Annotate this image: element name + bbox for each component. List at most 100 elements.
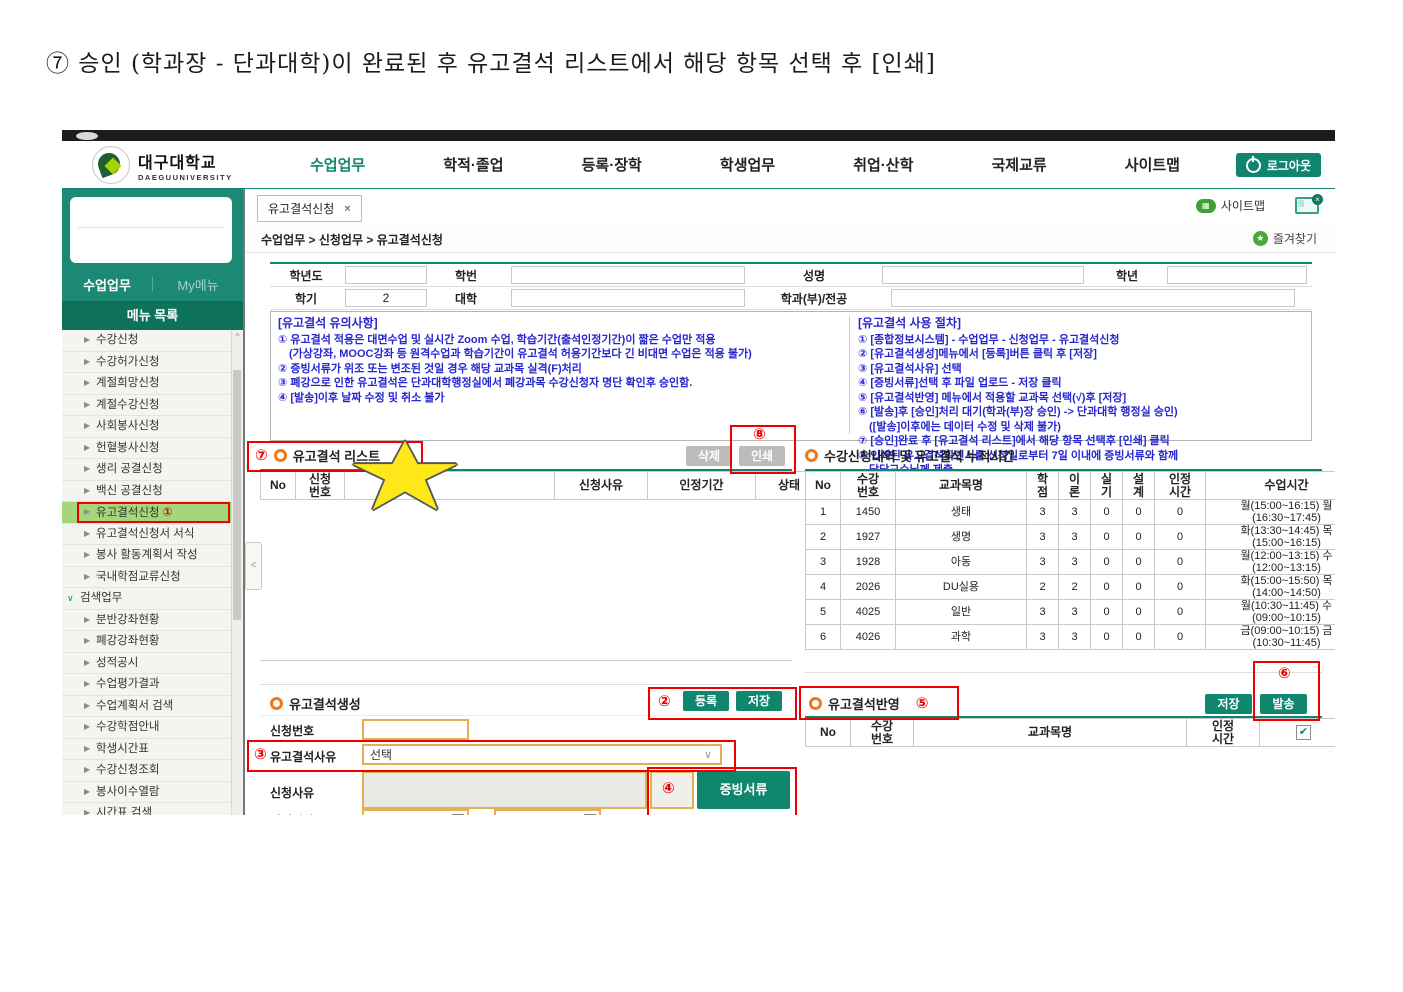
- sidebar-item-1[interactable]: ▶수강허가신청: [62, 352, 232, 374]
- cell-r2c4: 3: [1059, 550, 1091, 575]
- evidence-button[interactable]: 증빙서류: [697, 771, 790, 809]
- nav-student[interactable]: 학생업무: [720, 154, 775, 175]
- sidebar-collapse-handle[interactable]: <: [245, 542, 262, 590]
- studentid-input[interactable]: [511, 266, 745, 284]
- sidebar-item-15[interactable]: ▶성적공시: [62, 653, 232, 675]
- table-row[interactable]: 42026DU실용22000화(15:00~15:50) 목(14:00~14:…: [806, 575, 1336, 600]
- sidebar-item-12[interactable]: ∨검색업무: [62, 588, 232, 610]
- sidebar-item-13[interactable]: ▶분반강좌현황: [62, 610, 232, 632]
- sidebar-item-8[interactable]: ▶유고결석신청①: [62, 502, 232, 524]
- table-row[interactable]: 54025일반33000월(10:30~11:45) 수(09:00~10:15…: [806, 600, 1336, 625]
- reason-select[interactable]: 선택 ∨: [362, 744, 722, 765]
- cell-r3c4: 2: [1059, 575, 1091, 600]
- sidebar-scrollbar[interactable]: ^: [231, 330, 243, 815]
- sidebar-item-4[interactable]: ▶사회봉사신청: [62, 416, 232, 438]
- tab-close-icon[interactable]: ×: [344, 203, 350, 215]
- sidebar-item-14[interactable]: ▶폐강강좌현황: [62, 631, 232, 653]
- cell-r0c8: 월(15:00~16:15) 월(16:30~17:45): [1206, 500, 1336, 525]
- sidebar-item-6[interactable]: ▶생리 공결신청: [62, 459, 232, 481]
- profile-box: [70, 197, 232, 263]
- print-button[interactable]: 인쇄: [739, 446, 785, 466]
- sidebar-item-7[interactable]: ▶백신 공결신청: [62, 481, 232, 503]
- logout-button[interactable]: 로그아웃: [1236, 153, 1321, 177]
- annotation-7: ⑦: [255, 448, 268, 463]
- annotation-1: ①: [162, 505, 172, 519]
- name-input[interactable]: [882, 266, 1085, 284]
- sidebar-item-5[interactable]: ▶헌혈봉사신청: [62, 438, 232, 460]
- menu-arrow-icon: ▶: [84, 524, 90, 545]
- sidebar-item-21[interactable]: ▶봉사이수열람: [62, 782, 232, 804]
- cell-r4c0: 5: [806, 600, 841, 625]
- nav-registration[interactable]: 등록·장학: [582, 154, 642, 175]
- nav-records[interactable]: 학적·졸업: [443, 154, 503, 175]
- year-input[interactable]: [345, 266, 428, 284]
- sidebar-item-22[interactable]: ▶시간표 검색: [62, 803, 232, 815]
- nav-sitemap[interactable]: 사이트맵: [1125, 154, 1180, 175]
- cell-r1c1: 1927: [841, 525, 896, 550]
- scroll-up-icon[interactable]: ^: [232, 332, 243, 341]
- column-header-3: 학 점: [1027, 472, 1059, 500]
- tab-absence-apply[interactable]: 유고결석신청 ×: [257, 195, 362, 222]
- table-row[interactable]: 64026과학33000금(09:00~10:15) 금(10:30~11:45…: [806, 625, 1336, 650]
- sidebar-item-16[interactable]: ▶수업평가결과: [62, 674, 232, 696]
- cell-r4c5: 0: [1091, 600, 1123, 625]
- reason-select-label: 유고결석사유: [270, 748, 336, 765]
- request-no-input[interactable]: [362, 719, 469, 740]
- sidebar-item-0[interactable]: ▶수강신청: [62, 330, 232, 352]
- column-header-0: No: [806, 472, 841, 500]
- period-start-input[interactable]: [362, 809, 469, 815]
- menu-arrow-icon: ▶: [84, 760, 90, 781]
- sidebar-item-10[interactable]: ▶봉사 활동계획서 작성: [62, 545, 232, 567]
- column-header-check: ✔: [1260, 719, 1336, 747]
- table-row[interactable]: 21927생명33000화(13:30~14:45) 목(15:00~16:15…: [806, 525, 1336, 550]
- register-button[interactable]: 등록: [683, 691, 729, 711]
- notice-precautions-line-0: ① 유고결석 적용은 대면수업 및 실시간 Zoom 수업, 학습기간(출석인정…: [278, 333, 838, 348]
- annotation-2: ②: [658, 694, 671, 709]
- sidebar-item-20[interactable]: ▶수강신청조회: [62, 760, 232, 782]
- menu-arrow-icon: ▶: [84, 717, 90, 738]
- close-window-icon[interactable]: ×: [1295, 197, 1319, 214]
- nav-career[interactable]: 취업·산학: [853, 154, 913, 175]
- notice-procedure-line-3: ④ [증빙서류]선택 후 파일 업로드 - 저장 클릭: [858, 376, 1310, 391]
- table-row[interactable]: 11450생태33000월(15:00~16:15) 월(16:30~17:45…: [806, 500, 1336, 525]
- checkbox-checked-icon[interactable]: ✔: [1296, 725, 1311, 740]
- sidebar-tab-classwork[interactable]: 수업업무: [62, 275, 152, 294]
- sidebar-item-3[interactable]: ▶계절수강신청: [62, 395, 232, 417]
- nav-classwork[interactable]: 수업업무: [310, 154, 365, 175]
- table-row[interactable]: 31928아동33000월(12:00~13:15) 수(12:00~13:15…: [806, 550, 1336, 575]
- apply-reason-textarea[interactable]: [362, 771, 647, 809]
- nav-international[interactable]: 국제교류: [991, 154, 1046, 175]
- sitemap-link[interactable]: ▦ 사이트맵: [1196, 197, 1265, 214]
- request-no-label: 신청번호: [270, 722, 314, 739]
- calendar-icon[interactable]: [584, 814, 596, 815]
- university-logo[interactable]: 대구대학교 DAEGUUNIVERSITY: [92, 146, 233, 184]
- sidebar-item-11[interactable]: ▶국내학점교류신청: [62, 567, 232, 589]
- notice-precautions-title: [유고결석 유의사항]: [278, 316, 838, 331]
- absence-list-table: No신청 번호신청사유인정기간상태: [260, 471, 823, 500]
- college-input[interactable]: [511, 289, 745, 307]
- delete-button[interactable]: 삭제: [686, 446, 732, 466]
- create-save-button[interactable]: 저장: [736, 691, 782, 711]
- major-input[interactable]: [891, 289, 1296, 307]
- favorite-link[interactable]: ★ 즐겨찾기: [1253, 230, 1317, 247]
- sidebar-item-18[interactable]: ▶수강학점안내: [62, 717, 232, 739]
- sidebar-item-17[interactable]: ▶수업계획서 검색: [62, 696, 232, 718]
- calendar-icon[interactable]: [452, 814, 464, 815]
- semester-input[interactable]: 2: [345, 289, 428, 307]
- sidebar-item-2[interactable]: ▶계절희망신청: [62, 373, 232, 395]
- reflect-save-button[interactable]: 저장: [1205, 694, 1252, 714]
- star-annotation: [353, 441, 457, 511]
- sidebar-item-label: 유고결석신청: [96, 507, 159, 519]
- sidebar-item-label: 유고결석신청서 서식: [96, 528, 194, 540]
- logout-label: 로그아웃: [1267, 157, 1311, 174]
- scrollbar-thumb[interactable]: [233, 370, 241, 620]
- sidebar-item-19[interactable]: ▶학생시간표: [62, 739, 232, 761]
- grade-input[interactable]: [1167, 266, 1307, 284]
- sidebar-item-9[interactable]: ▶ 유고결석신청서 서식: [62, 524, 232, 546]
- period-end-input[interactable]: [494, 809, 601, 815]
- sidebar-tab-mymenu[interactable]: My메뉴: [153, 275, 243, 294]
- year-label: 학년도: [270, 264, 342, 287]
- sidebar-menu: ▶수강신청▶수강허가신청▶계절희망신청▶계절수강신청▶사회봉사신청▶헌혈봉사신청…: [62, 330, 232, 815]
- send-button[interactable]: 발송: [1260, 694, 1307, 714]
- cell-r5c8: 금(09:00~10:15) 금(10:30~11:45): [1206, 625, 1336, 650]
